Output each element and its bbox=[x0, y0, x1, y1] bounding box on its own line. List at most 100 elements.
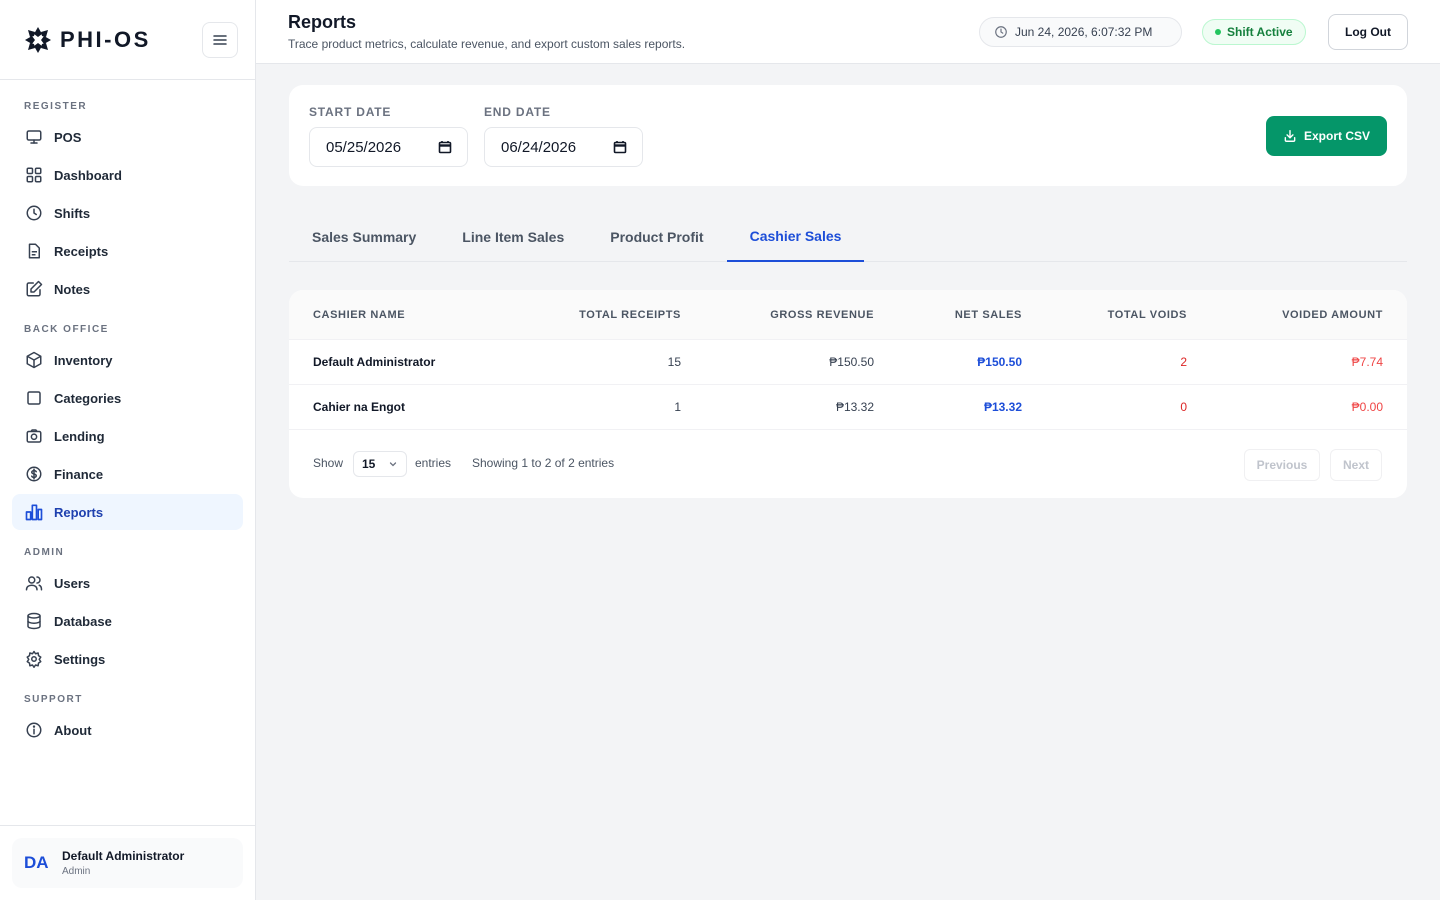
end-date-input[interactable]: 06/24/2026 bbox=[484, 127, 643, 167]
voided-amount-cell: ₱7.74 bbox=[1351, 355, 1383, 369]
info-icon bbox=[24, 720, 44, 740]
sidebar-item-label: Dashboard bbox=[54, 167, 122, 183]
sidebar-item-lending[interactable]: Lending bbox=[12, 418, 243, 454]
gear-icon bbox=[24, 649, 44, 669]
page-title: Reports bbox=[288, 12, 357, 32]
edit-icon bbox=[24, 279, 44, 299]
monitor-icon bbox=[24, 127, 44, 147]
sidebar-item-label: Receipts bbox=[54, 243, 109, 259]
tab-sales-summary[interactable]: Sales Summary bbox=[289, 212, 439, 262]
column-header[interactable]: TOTAL RECEIPTS bbox=[579, 290, 681, 339]
bar-chart-icon bbox=[24, 502, 44, 522]
tab-line-item-sales[interactable]: Line Item Sales bbox=[439, 212, 587, 262]
user-info: Default Administrator Admin bbox=[62, 849, 184, 877]
column-header[interactable]: NET SALES bbox=[955, 290, 1022, 339]
report-tabs: Sales Summary Line Item Sales Product Pr… bbox=[289, 212, 1407, 262]
calendar-icon[interactable] bbox=[438, 140, 452, 154]
tab-product-profit[interactable]: Product Profit bbox=[587, 212, 726, 262]
total-receipts-cell: 15 bbox=[667, 355, 681, 369]
start-date-input[interactable]: 05/25/2026 bbox=[309, 127, 468, 167]
clock-icon bbox=[994, 25, 1008, 39]
start-date-field: START DATE 05/25/2026 bbox=[309, 105, 468, 167]
column-header[interactable]: TOTAL VOIDS bbox=[1108, 290, 1187, 339]
next-page-button[interactable]: Next bbox=[1330, 449, 1382, 481]
sidebar-item-settings[interactable]: Settings bbox=[12, 641, 243, 677]
column-header[interactable]: GROSS REVENUE bbox=[770, 290, 874, 339]
entries-label: entries bbox=[415, 456, 452, 470]
column-header[interactable]: VOIDED AMOUNT bbox=[1282, 290, 1383, 339]
table-row[interactable]: Default Administrator 15 ₱150.50 ₱150.50… bbox=[289, 340, 1407, 385]
cashier-name-cell: Cahier na Engot bbox=[313, 400, 406, 414]
sidebar-item-label: Inventory bbox=[54, 352, 113, 368]
show-label: Show bbox=[313, 456, 344, 470]
sidebar-item-pos[interactable]: POS bbox=[12, 119, 243, 155]
previous-page-button[interactable]: Previous bbox=[1244, 449, 1320, 481]
net-sales-cell: ₱13.32 bbox=[983, 400, 1022, 414]
datetime-display: Jun 24, 2026, 6:07:32 PM bbox=[979, 17, 1182, 47]
page-subtitle: Trace product metrics, calculate revenue… bbox=[288, 37, 686, 51]
net-sales-cell: ₱150.50 bbox=[977, 355, 1022, 369]
sidebar-item-label: About bbox=[54, 722, 92, 738]
brand-logo[interactable]: PHI-OS bbox=[24, 26, 151, 54]
table-row[interactable]: Cahier na Engot 1 ₱13.32 ₱13.32 0 ₱0.00 bbox=[289, 385, 1407, 430]
logout-button[interactable]: Log Out bbox=[1328, 14, 1408, 50]
sidebar-item-label: Notes bbox=[54, 281, 91, 297]
sidebar-nav: REGISTER POS Dashboard Shifts Receipts N… bbox=[0, 80, 255, 748]
table-footer: Show 15 entries Showing 1 to 2 of 2 entr… bbox=[289, 432, 1407, 498]
table-header-row: CASHIER NAME TOTAL RECEIPTS GROSS REVENU… bbox=[289, 290, 1407, 340]
column-header[interactable]: CASHIER NAME bbox=[313, 290, 405, 339]
status-dot-icon bbox=[1215, 29, 1221, 35]
sidebar-item-label: Finance bbox=[54, 466, 104, 482]
end-date-value: 06/24/2026 bbox=[501, 138, 577, 156]
file-icon bbox=[24, 241, 44, 261]
sidebar-item-users[interactable]: Users bbox=[12, 565, 243, 601]
brand-header: PHI-OS bbox=[0, 0, 255, 80]
users-icon bbox=[24, 573, 44, 593]
shift-status-text: Shift Active bbox=[1227, 25, 1293, 39]
end-date-label: END DATE bbox=[484, 105, 551, 119]
tab-cashier-sales[interactable]: Cashier Sales bbox=[726, 212, 865, 262]
logo-icon bbox=[24, 26, 52, 54]
date-filter-card: START DATE 05/25/2026 END DATE 06/24/202… bbox=[289, 85, 1407, 186]
total-voids-cell: 2 bbox=[1180, 355, 1187, 369]
nav-section-support: SUPPORT bbox=[24, 694, 83, 705]
sidebar-item-receipts[interactable]: Receipts bbox=[12, 233, 243, 269]
database-icon bbox=[24, 611, 44, 631]
grid-icon bbox=[24, 165, 44, 185]
total-voids-cell: 0 bbox=[1180, 400, 1187, 414]
start-date-value: 05/25/2026 bbox=[326, 138, 402, 156]
export-csv-button[interactable]: Export CSV bbox=[1266, 116, 1387, 156]
sidebar-item-reports[interactable]: Reports bbox=[12, 494, 243, 530]
nav-section-admin: ADMIN bbox=[24, 547, 65, 558]
sidebar: PHI-OS REGISTER POS Dashboard Shifts Rec… bbox=[0, 0, 256, 900]
sidebar-item-label: Reports bbox=[54, 504, 104, 520]
sidebar-item-database[interactable]: Database bbox=[12, 603, 243, 639]
cashier-sales-table: CASHIER NAME TOTAL RECEIPTS GROSS REVENU… bbox=[289, 290, 1407, 498]
nav-section-back-office: BACK OFFICE bbox=[24, 324, 109, 335]
calendar-icon[interactable] bbox=[613, 140, 627, 154]
cashier-name-cell: Default Administrator bbox=[313, 355, 436, 369]
gross-revenue-cell: ₱13.32 bbox=[835, 400, 874, 414]
sidebar-item-shifts[interactable]: Shifts bbox=[12, 195, 243, 231]
page-size-value: 15 bbox=[362, 457, 376, 471]
camera-icon bbox=[24, 426, 44, 446]
sidebar-item-finance[interactable]: Finance bbox=[12, 456, 243, 492]
top-header: Reports Trace product metrics, calculate… bbox=[256, 0, 1440, 64]
brand-name: PHI-OS bbox=[60, 26, 151, 52]
sidebar-item-label: Shifts bbox=[54, 205, 91, 221]
sidebar-item-categories[interactable]: Categories bbox=[12, 380, 243, 416]
sidebar-item-notes[interactable]: Notes bbox=[12, 271, 243, 307]
dollar-icon bbox=[24, 464, 44, 484]
start-date-label: START DATE bbox=[309, 105, 392, 119]
user-card[interactable]: DA Default Administrator Admin bbox=[12, 838, 243, 888]
showing-entries-text: Showing 1 to 2 of 2 entries bbox=[472, 456, 615, 470]
sidebar-item-about[interactable]: About bbox=[12, 712, 243, 748]
page-size-select[interactable]: 15 bbox=[353, 451, 407, 477]
chevron-down-icon bbox=[388, 459, 398, 469]
sidebar-item-dashboard[interactable]: Dashboard bbox=[12, 157, 243, 193]
voided-amount-cell: ₱0.00 bbox=[1351, 400, 1383, 414]
box-icon bbox=[24, 350, 44, 370]
sidebar-item-label: Categories bbox=[54, 390, 122, 406]
sidebar-item-inventory[interactable]: Inventory bbox=[12, 342, 243, 378]
menu-toggle-button[interactable] bbox=[202, 21, 238, 58]
